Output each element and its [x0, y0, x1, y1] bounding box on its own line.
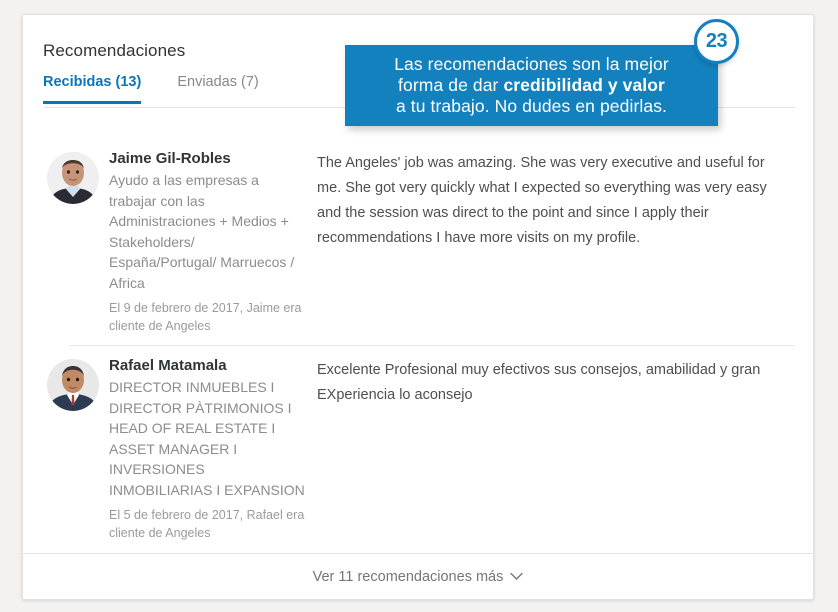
- recommendation-item: Rafael Matamala DIRECTOR INMUEBLES I DIR…: [47, 344, 795, 542]
- callout-line-3: a tu trabajo. No dudes en pedirlas.: [395, 96, 668, 116]
- recommendation-date: El 5 de febrero de 2017, Rafael era clie…: [109, 508, 305, 540]
- tab-enviadas-label: Enviadas (7): [177, 74, 259, 90]
- callout-line-1: Las recomendaciones son la mejor: [394, 54, 669, 74]
- recommender-info: Jaime Gil-Robles Ayudo a las empresas a …: [109, 137, 305, 335]
- recommender-headline: DIRECTOR INMUEBLES I DIRECTOR PÀTRIMONIO…: [109, 379, 305, 498]
- page-title: Recomendaciones: [43, 41, 186, 60]
- callout-step-number: 23: [705, 30, 728, 52]
- see-more-label: Ver 11 recomendaciones más: [312, 569, 504, 585]
- callout-text: Las recomendaciones son la mejor forma d…: [382, 54, 681, 117]
- recommendation-text: The Angeles' job was amazing. She was ve…: [317, 155, 767, 246]
- recommender-info: Rafael Matamala DIRECTOR INMUEBLES I DIR…: [109, 344, 305, 542]
- see-more-recommendations-button[interactable]: Ver 11 recomendaciones más: [23, 554, 813, 599]
- recommendation-date: El 9 de febrero de 2017, Jaime era clien…: [109, 301, 302, 333]
- recommender-headline: Ayudo a las empresas a trabajar con las …: [109, 172, 295, 291]
- callout-line-2-prefix: forma de dar: [398, 75, 504, 95]
- tab-recibidas[interactable]: Recibidas (13): [43, 74, 142, 104]
- recommendation-text: Excelente Profesional muy efectivos sus …: [317, 362, 761, 403]
- tab-recibidas-label: Recibidas (13): [43, 74, 142, 90]
- callout-line-2-bold: credibilidad y valor: [503, 75, 665, 95]
- callout-step-badge: 23: [694, 19, 739, 64]
- avatar[interactable]: [47, 152, 99, 204]
- avatar[interactable]: [47, 359, 99, 411]
- avatar-photo-male-2-icon: [47, 359, 99, 411]
- recommender-name[interactable]: Rafael Matamala: [109, 356, 305, 376]
- tab-bar: Recibidas (13) Enviadas (7): [43, 74, 259, 104]
- tab-enviadas[interactable]: Enviadas (7): [177, 74, 258, 101]
- recommendation-item: Jaime Gil-Robles Ayudo a las empresas a …: [47, 137, 795, 335]
- chevron-down-icon: [510, 568, 524, 586]
- callout-tooltip[interactable]: Las recomendaciones son la mejor forma d…: [345, 45, 718, 126]
- avatar-photo-male-1-icon: [47, 152, 99, 204]
- recommender-name[interactable]: Jaime Gil-Robles: [109, 149, 305, 169]
